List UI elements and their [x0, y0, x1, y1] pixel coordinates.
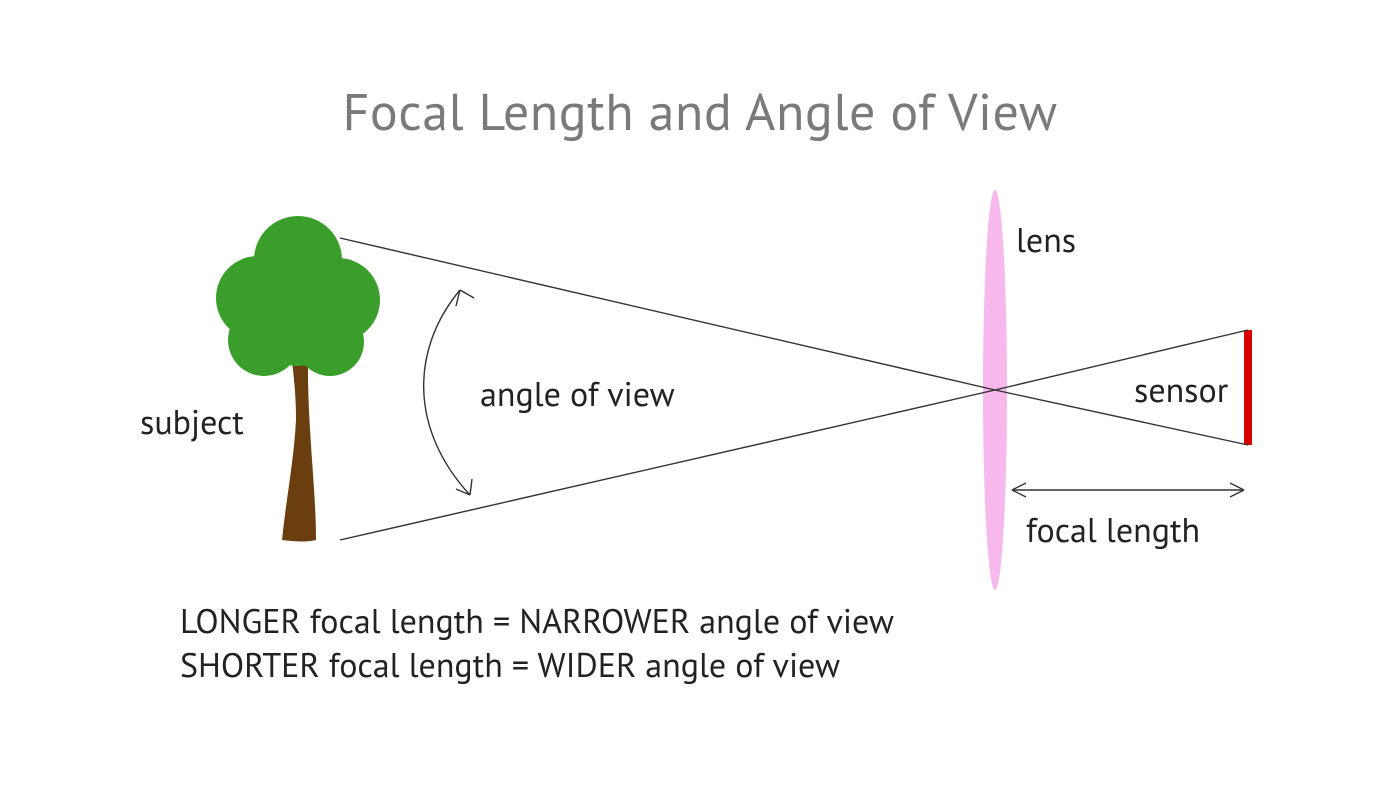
caption-line-2: SHORTER focal length = WIDER angle of vi… [180, 644, 894, 688]
caption-line-1: LONGER focal length = NARROWER angle of … [180, 600, 894, 644]
focal-length-label: focal length [1026, 508, 1200, 552]
diagram-canvas: Focal Length and Angle of View [0, 0, 1400, 788]
subject-label: subject [140, 400, 244, 444]
focal-length-arrow-icon [1012, 483, 1244, 497]
caption-block: LONGER focal length = NARROWER angle of … [180, 600, 894, 687]
sensor-label: sensor [1134, 368, 1228, 412]
ray-top-to-cross [340, 238, 995, 390]
lens-label: lens [1016, 218, 1076, 262]
angle-of-view-arc-icon [424, 290, 474, 495]
angle-of-view-label: angle of view [480, 372, 675, 416]
tree-icon [216, 216, 380, 542]
